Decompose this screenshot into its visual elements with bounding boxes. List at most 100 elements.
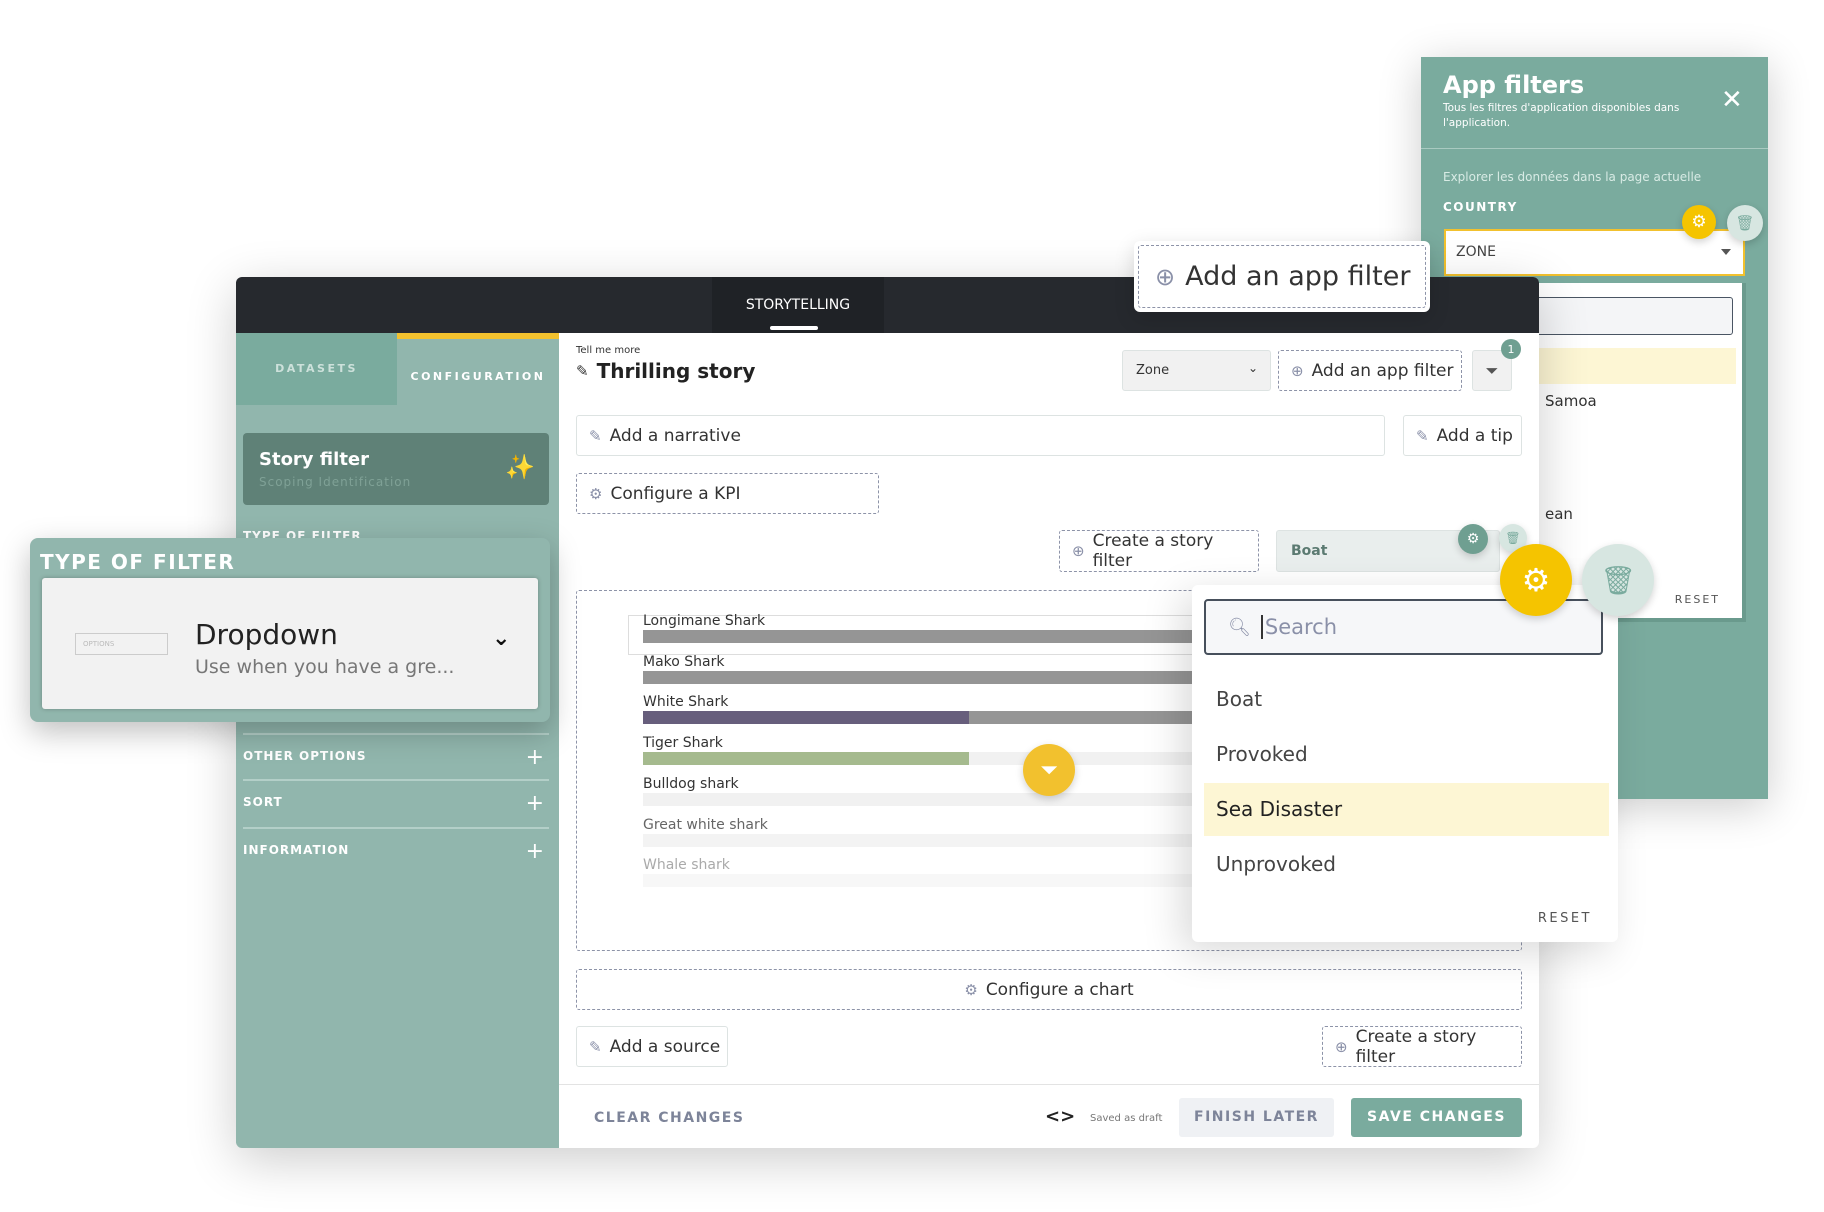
pencil-icon: ✎ [589, 426, 602, 445]
configure-chart-button[interactable]: ⚙ Configure a chart [576, 969, 1522, 1010]
filter-bubble-icon[interactable]: ⏷ [1023, 744, 1075, 796]
option-sea-disaster[interactable]: Sea Disaster [1204, 783, 1609, 836]
section-information[interactable]: INFORMATION + [243, 827, 549, 864]
clear-changes-button[interactable]: CLEAR CHANGES [594, 1110, 744, 1126]
bar-fill [643, 752, 969, 766]
bar-label: Whale shark [643, 857, 730, 874]
search-placeholder: Search [1260, 615, 1337, 639]
create-story-filter-button[interactable]: ⊕ Create a story filter [1059, 530, 1259, 572]
gear-icon[interactable]: ⚙ [1682, 205, 1716, 239]
gear-icon: ⚙ [589, 484, 603, 503]
add-app-filter-callout[interactable]: ⊕ Add an app filter [1134, 241, 1430, 312]
type-of-filter-overlay: TYPE OF FILTER OPTIONS Dropdown Use when… [30, 538, 550, 722]
tab-configuration[interactable]: CONFIGURATION [397, 333, 559, 405]
button-label: Add a source [609, 1036, 721, 1057]
button-label: Configure a KPI [610, 483, 741, 504]
section-label: SORT [243, 795, 283, 809]
plus-circle-icon: ⊕ [1072, 542, 1085, 560]
story-filter-card[interactable]: Story filter Scoping Identification ✨ [243, 433, 549, 505]
pencil-icon: ✎ [576, 362, 589, 380]
button-label: Create a story filter [1092, 531, 1214, 571]
reset-button[interactable]: RESET [1675, 593, 1720, 606]
save-changes-button[interactable]: SAVE CHANGES [1351, 1098, 1522, 1137]
zone-select-value: ZONE [1456, 244, 1496, 260]
divider [1421, 148, 1768, 149]
filter-icon: ⏷ [1485, 361, 1499, 380]
story-title-text: Thrilling story [596, 359, 756, 383]
tab-storytelling[interactable]: STORYTELLING [712, 277, 884, 333]
section-sort[interactable]: SORT + [243, 779, 549, 816]
option-samoa[interactable]: Samoa [1545, 392, 1597, 410]
trash-icon[interactable]: 🗑 [1582, 544, 1654, 616]
card-title: Story filter [259, 449, 370, 470]
filter-options-popover: 🔍︎ Search Boat Provoked Sea Disaster Unpr… [1192, 585, 1618, 942]
filter-count-badge: 1 [1501, 339, 1521, 359]
reset-button[interactable]: RESET [1538, 911, 1592, 926]
story-title[interactable]: ✎ Thrilling story [576, 359, 755, 383]
add-app-filter-button[interactable]: ⊕ Add an app filter [1278, 350, 1462, 391]
bar-label: White Shark [643, 694, 729, 711]
create-story-filter-button-bottom[interactable]: ⊕ Create a story filter [1322, 1026, 1522, 1067]
zone-select[interactable]: Zone ⌄ [1122, 350, 1271, 391]
filter-type-description: Use when you have a gre... [195, 656, 455, 678]
footer-divider [559, 1084, 1539, 1085]
button-label: Add an app filter [1311, 360, 1454, 381]
gear-icon[interactable]: ⚙ [1500, 544, 1572, 616]
bar-label: Bulldog shark [643, 775, 739, 792]
plus-circle-icon: ⊕ [1291, 361, 1304, 380]
story-kicker: Tell me more [576, 345, 641, 356]
plus-circle-icon: ⊕ [1155, 262, 1176, 291]
country-label: COUNTRY [1443, 200, 1518, 214]
trash-icon[interactable]: 🗑 [1727, 205, 1763, 241]
button-label: Configure a chart [985, 979, 1134, 1000]
gear-icon: ⚙ [964, 980, 978, 999]
pencil-icon: ✎ [1416, 426, 1429, 445]
card-subtitle: Scoping Identification [259, 475, 412, 489]
plus-icon[interactable]: + [526, 791, 545, 816]
plus-circle-icon: ⊕ [1335, 1037, 1348, 1056]
chevron-down-icon: ⌄ [1247, 361, 1258, 375]
option-boat[interactable]: Boat [1204, 673, 1609, 726]
option-provoked[interactable]: Provoked [1204, 728, 1609, 781]
bar-label: Tiger Shark [643, 735, 723, 752]
bar-fill [643, 711, 969, 725]
section-label: INFORMATION [243, 843, 350, 857]
caret-down-icon [1721, 249, 1731, 260]
saved-status: Saved as draft [1090, 1113, 1163, 1124]
magic-wand-icon[interactable]: ✨ [505, 453, 535, 481]
add-app-filter-button-large[interactable]: ⊕ Add an app filter [1138, 245, 1426, 308]
section-label: OTHER OPTIONS [243, 749, 367, 763]
explore-text: Explorer les données dans la page actuel… [1443, 170, 1702, 184]
options-thumbnail: OPTIONS [75, 633, 168, 655]
filter-type-title: Dropdown [195, 618, 338, 651]
app-filters-subtitle: Tous les filtres d'application disponibl… [1443, 102, 1680, 129]
plus-icon[interactable]: + [526, 839, 545, 864]
add-narrative-button[interactable]: ✎ Add a narrative [576, 415, 1385, 456]
add-source-button[interactable]: ✎ Add a source [576, 1026, 728, 1067]
zone-value: Zone [1136, 363, 1170, 378]
plus-icon[interactable]: + [526, 745, 545, 770]
button-label: Add an app filter [1185, 261, 1411, 292]
finish-later-button[interactable]: FINISH LATER [1179, 1098, 1334, 1137]
gear-icon[interactable]: ⚙ [1458, 524, 1488, 554]
code-icon[interactable]: <> [1045, 1106, 1075, 1127]
tab-datasets[interactable]: DATASETS [236, 333, 397, 405]
bar-label: Mako Shark [643, 653, 725, 670]
option-unprovoked[interactable]: Unprovoked [1204, 838, 1609, 891]
option-ocean[interactable]: ean [1545, 505, 1573, 523]
section-other-options[interactable]: OTHER OPTIONS + [243, 733, 549, 770]
add-tip-button[interactable]: ✎ Add a tip [1403, 415, 1522, 456]
chevron-down-icon[interactable]: ⌄ [492, 626, 510, 651]
configure-kpi-button[interactable]: ⚙ Configure a KPI [576, 473, 879, 514]
app-filters-title: App filters [1443, 71, 1585, 99]
sidebar: DATASETS CONFIGURATION Story filter Scop… [236, 333, 559, 1148]
button-label: Create a story filter [1355, 1026, 1477, 1067]
button-label: Add a narrative [609, 425, 741, 446]
bar-label: Great white shark [643, 816, 768, 833]
bar-label: Longimane Shark [643, 613, 766, 629]
filter-type-select[interactable]: OPTIONS Dropdown Use when you have a gre… [42, 578, 538, 709]
pencil-icon: ✎ [589, 1037, 602, 1056]
close-icon[interactable]: ✕ [1721, 85, 1743, 115]
type-of-filter-label: TYPE OF FILTER [40, 550, 236, 574]
tab-underline [770, 326, 818, 330]
